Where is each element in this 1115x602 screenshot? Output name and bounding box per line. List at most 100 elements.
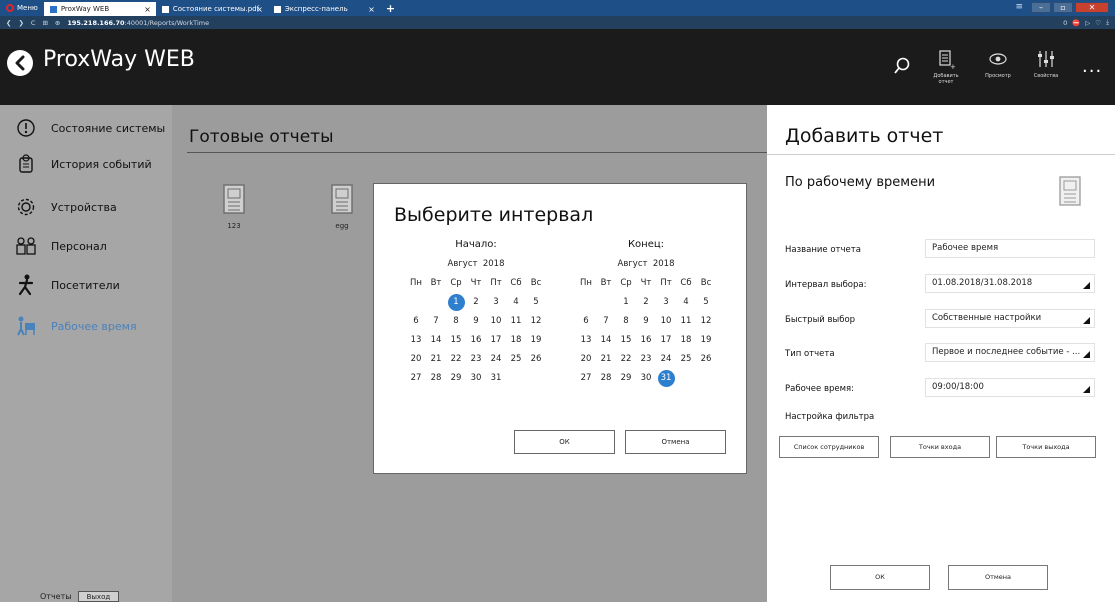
close-tab-icon[interactable]: ×: [368, 5, 375, 14]
back-nav-icon[interactable]: ❮: [6, 19, 11, 27]
add-report-button[interactable]: + Добавить отчет: [926, 49, 966, 85]
calendar-day[interactable]: 3: [486, 293, 506, 312]
calendar-day[interactable]: 2: [636, 293, 656, 312]
calendar-day[interactable]: 9: [636, 312, 656, 331]
calendar-day[interactable]: 14: [426, 331, 446, 350]
calendar-day[interactable]: 17: [486, 331, 506, 350]
calendar-day[interactable]: 29: [446, 369, 466, 388]
panel-cancel-button[interactable]: Отмена: [948, 565, 1048, 590]
download-icon[interactable]: ⤓: [1106, 18, 1109, 27]
calendar-day[interactable]: 16: [636, 331, 656, 350]
reports-link[interactable]: Отчеты: [40, 592, 72, 601]
calendar-day[interactable]: 29: [616, 369, 636, 388]
report-type-select[interactable]: Первое и последнее событие - ...: [925, 343, 1095, 362]
calendar-day[interactable]: 18: [506, 331, 526, 350]
maximize-button[interactable]: ▫: [1053, 1, 1073, 13]
reload-icon[interactable]: C: [31, 19, 36, 27]
calendar-day[interactable]: 25: [506, 350, 526, 369]
calendar-day[interactable]: 13: [406, 331, 426, 350]
calendar-day[interactable]: 15: [616, 331, 636, 350]
calendar-day[interactable]: 3: [656, 293, 676, 312]
calendar-day[interactable]: 22: [616, 350, 636, 369]
url-field[interactable]: 195.218.166.70:40001/Reports/WorkTime: [67, 19, 209, 27]
month-label[interactable]: Август 2018: [576, 259, 716, 274]
sidebar-item-event-history[interactable]: История событий: [15, 151, 152, 177]
heart-icon[interactable]: ♡: [1095, 19, 1101, 27]
calendar-day[interactable]: 14: [596, 331, 616, 350]
tab-menu-icon[interactable]: ≡: [1015, 2, 1023, 12]
worktime-select[interactable]: 09:00/18:00: [925, 378, 1095, 397]
calendar-day[interactable]: 18: [676, 331, 696, 350]
calendar-day[interactable]: 11: [506, 312, 526, 331]
calendar-day[interactable]: 31: [486, 369, 506, 388]
selected-day[interactable]: 31: [656, 369, 676, 388]
calendar-day[interactable]: 10: [486, 312, 506, 331]
calendar-day[interactable]: 27: [576, 369, 596, 388]
calendar-day[interactable]: 5: [526, 293, 546, 312]
calendar-day[interactable]: 21: [426, 350, 446, 369]
calendar-day[interactable]: 26: [696, 350, 716, 369]
calendar-day[interactable]: 17: [656, 331, 676, 350]
calendar-day[interactable]: 24: [656, 350, 676, 369]
exit-button[interactable]: Выход: [77, 591, 120, 602]
exit-points-button[interactable]: Точки выхода: [996, 436, 1096, 458]
panel-ok-button[interactable]: ОК: [830, 565, 930, 590]
dialog-ok-button[interactable]: ОК: [514, 430, 615, 454]
minimize-button[interactable]: –: [1031, 1, 1051, 13]
calendar-day[interactable]: 6: [576, 312, 596, 331]
sidebar-item-visitors[interactable]: Посетители: [15, 272, 120, 298]
calendar-day[interactable]: 1: [616, 293, 636, 312]
interval-select[interactable]: 01.08.2018/31.08.2018: [925, 274, 1095, 293]
tab-proxway[interactable]: ProxWay WEB ×: [43, 2, 156, 16]
calendar-day[interactable]: 20: [576, 350, 596, 369]
calendar-day[interactable]: 28: [596, 369, 616, 388]
calendar-day[interactable]: 25: [676, 350, 696, 369]
calendar-day[interactable]: 4: [676, 293, 696, 312]
search-icon[interactable]: [893, 57, 911, 75]
calendar-day[interactable]: 5: [696, 293, 716, 312]
tab-speed-dial[interactable]: Экспресс-панель ×: [268, 2, 380, 16]
dialog-cancel-button[interactable]: Отмена: [625, 430, 726, 454]
sidebar-item-system-state[interactable]: Состояние системы: [15, 115, 165, 141]
calendar-day[interactable]: 10: [656, 312, 676, 331]
preview-button[interactable]: Просмотр: [978, 49, 1018, 79]
calendar-day[interactable]: 15: [446, 331, 466, 350]
quick-select[interactable]: Собственные настройки: [925, 309, 1095, 328]
calendar-day[interactable]: 19: [696, 331, 716, 350]
report-item[interactable]: egg: [317, 183, 367, 230]
calendar-day[interactable]: 23: [466, 350, 486, 369]
entry-points-button[interactable]: Точки входа: [890, 436, 990, 458]
calendar-day[interactable]: 7: [426, 312, 446, 331]
report-item[interactable]: 123: [209, 183, 259, 230]
calendar-day[interactable]: 26: [526, 350, 546, 369]
back-button[interactable]: [7, 50, 33, 76]
employees-list-button[interactable]: Список сотрудников: [779, 436, 879, 458]
calendar-day[interactable]: 19: [526, 331, 546, 350]
month-label[interactable]: Август 2018: [406, 259, 546, 274]
calendar-day[interactable]: 8: [446, 312, 466, 331]
sidebar-item-personnel[interactable]: Персонал: [15, 233, 107, 259]
calendar-day[interactable]: 16: [466, 331, 486, 350]
close-tab-icon[interactable]: ×: [256, 5, 263, 14]
calendar-day[interactable]: 8: [616, 312, 636, 331]
speed-dial-icon[interactable]: ⊞: [42, 19, 47, 27]
calendar-day[interactable]: 11: [676, 312, 696, 331]
calendar-day[interactable]: 23: [636, 350, 656, 369]
calendar-day[interactable]: 12: [696, 312, 716, 331]
calendar-day[interactable]: 21: [596, 350, 616, 369]
report-name-field[interactable]: Рабочее время: [925, 239, 1095, 258]
calendar-day[interactable]: 30: [466, 369, 486, 388]
calendar-day[interactable]: 24: [486, 350, 506, 369]
calendar-day[interactable]: 28: [426, 369, 446, 388]
properties-button[interactable]: Свойства: [1026, 49, 1066, 79]
calendar-day[interactable]: 27: [406, 369, 426, 388]
calendar-day[interactable]: 13: [576, 331, 596, 350]
adblock-icon[interactable]: ⛔: [1072, 19, 1080, 27]
calendar-day[interactable]: 30: [636, 369, 656, 388]
browser-menu-button[interactable]: Меню: [0, 0, 44, 16]
security-icon[interactable]: ⊕: [55, 19, 60, 27]
selected-day[interactable]: 1: [446, 293, 466, 312]
calendar-day[interactable]: 20: [406, 350, 426, 369]
calendar-day[interactable]: 2: [466, 293, 486, 312]
calendar-day[interactable]: 12: [526, 312, 546, 331]
